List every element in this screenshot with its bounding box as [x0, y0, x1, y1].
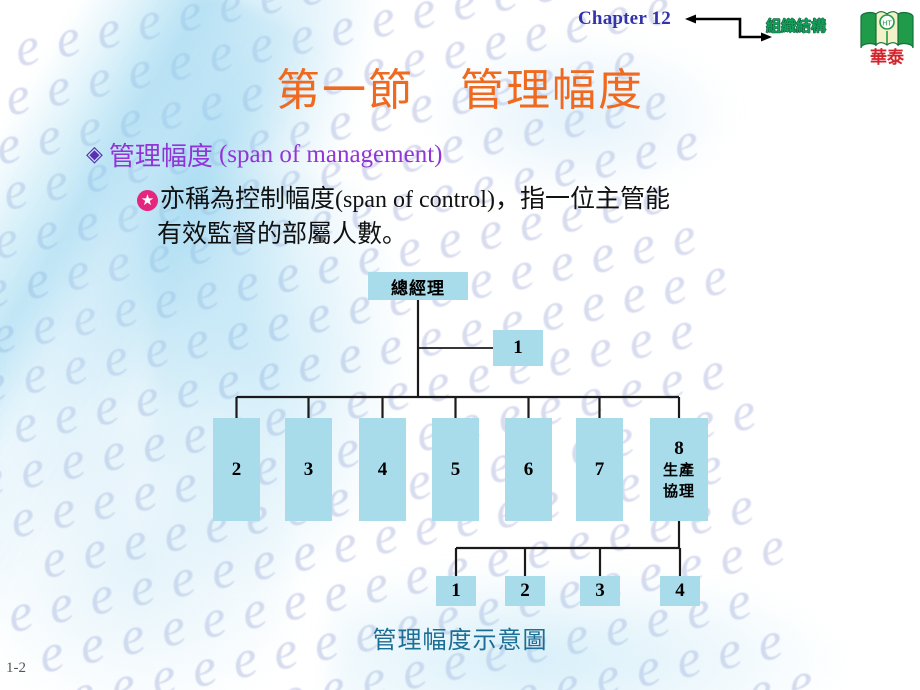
chapter-label: Chapter 12	[578, 8, 671, 29]
slide-title: 第一節 管理幅度	[276, 65, 644, 116]
bullet-level2-line1-zh-b: ，指一位主管能	[494, 184, 670, 213]
org-node-manager-2: 2	[213, 418, 260, 521]
org-node-manager-3: 3	[285, 418, 332, 521]
org-node-manager-4: 4	[359, 418, 406, 521]
star-bullet-icon: ★	[137, 190, 158, 211]
double-headed-z-arrow-icon	[685, 14, 772, 42]
org-node-manager-5: 5	[432, 418, 479, 521]
org-node-subordinate-1: 1	[436, 576, 476, 606]
bullet-level2-line1-zh-a: 亦稱為控制幅度	[160, 184, 336, 213]
chart-caption: 管理幅度示意圖	[372, 626, 548, 654]
org-node-production-manager-sub2: 協理	[662, 483, 695, 500]
org-node-manager-6: 6	[505, 418, 552, 521]
org-node-production-manager-sub1: 生產	[662, 462, 695, 479]
org-node-assistant: 1	[493, 330, 543, 366]
org-node-subordinate-2: 2	[505, 576, 545, 606]
diamond-bullet-icon: ◈	[86, 141, 103, 167]
bullet-level2-line2: 有效監督的部屬人數。	[157, 219, 408, 248]
org-node-subordinate-4: 4	[660, 576, 700, 606]
page-number: 1-2	[6, 660, 26, 676]
slide-canvas: e e e e e e e e e e e e e e e e e ee e e…	[0, 0, 920, 690]
bullet-level2: ★ 亦稱為控制幅度(span of control)，指一位主管能 有效監督的部屬…	[137, 182, 837, 251]
bullet-level1-zh: 管理幅度	[108, 142, 213, 172]
bullet-level2-line1-en: (span of control)	[335, 187, 495, 213]
org-node-manager-7: 7	[576, 418, 623, 521]
bullet-level1: ◈ 管理幅度 (span of management)	[86, 136, 442, 173]
org-node-production-manager-label: 8	[674, 437, 684, 459]
org-node-production-manager: 8 生產協理	[650, 418, 708, 521]
org-node-subordinate-3: 3	[580, 576, 620, 606]
org-node-root: 總經理	[368, 272, 468, 300]
bullet-level1-en: (span of management)	[218, 140, 443, 168]
svg-text:HT: HT	[882, 20, 892, 28]
chapter-topic-label: 組織結構	[766, 17, 827, 35]
